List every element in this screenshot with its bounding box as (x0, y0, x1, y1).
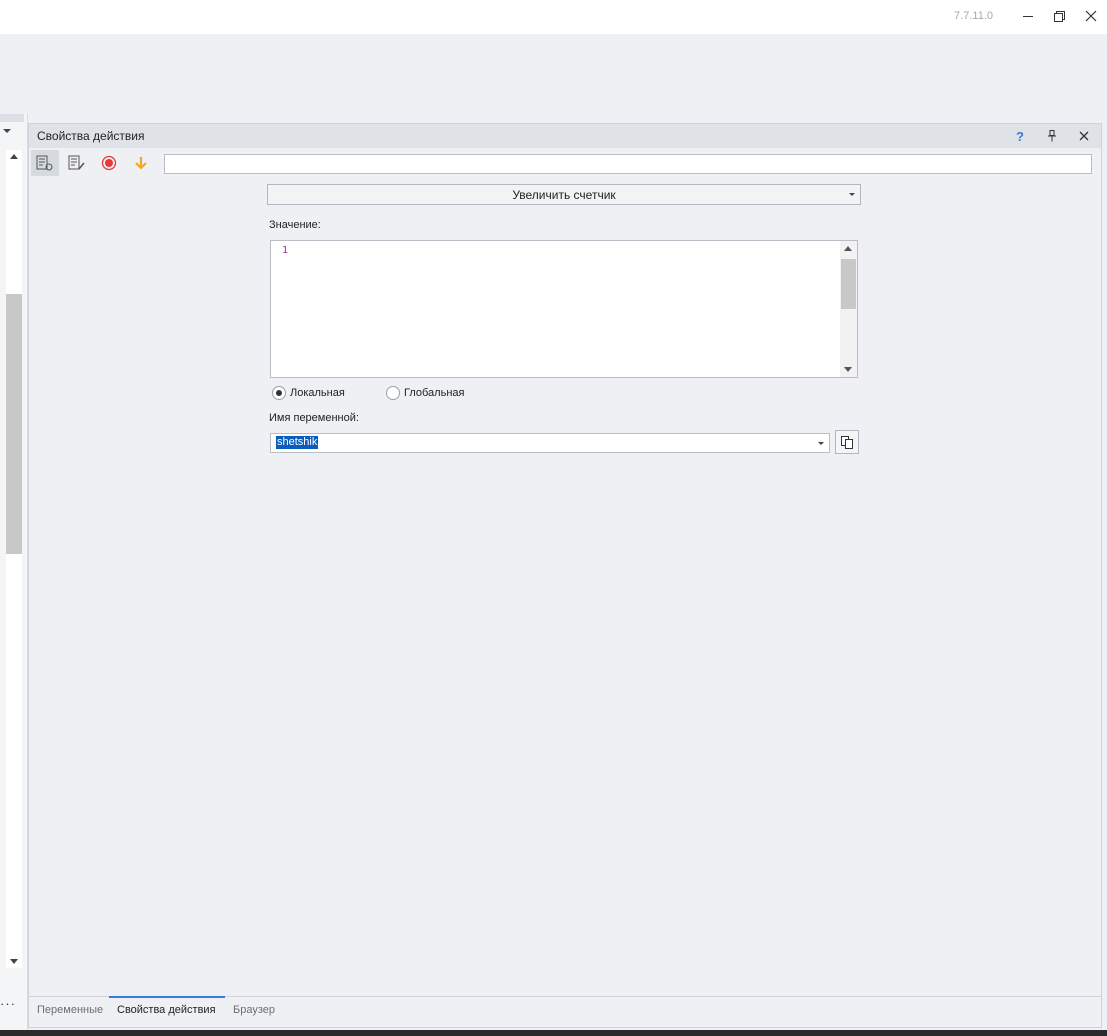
value-editor[interactable]: 1 (270, 240, 858, 378)
panel-header: Свойства действия ? (29, 124, 1101, 148)
down-arrow-icon (135, 157, 147, 170)
variable-name-value: shetshik (276, 436, 319, 449)
tab-action-properties[interactable]: Свойства действия (117, 1004, 216, 1016)
action-settings-icon (36, 155, 53, 171)
taskbar-strip (0, 1030, 1107, 1036)
pin-icon (1048, 130, 1056, 142)
minimize-icon (1023, 15, 1033, 17)
toolbar-search-input[interactable] (164, 154, 1092, 174)
action-edit-icon (68, 155, 85, 170)
left-panel-header (0, 114, 24, 122)
radio-selected-dot (276, 390, 282, 396)
action-settings-button[interactable] (31, 150, 59, 176)
left-scroll-thumb[interactable] (6, 294, 22, 554)
record-icon (101, 155, 117, 171)
value-scroll-thumb[interactable] (841, 259, 856, 309)
value-editor-scrollbar[interactable] (840, 241, 857, 377)
chevron-down-icon[interactable] (818, 442, 824, 445)
title-bar: 7.7.11.0 (0, 0, 1107, 34)
scroll-up-icon[interactable] (10, 154, 18, 159)
radio-local-label[interactable]: Локальная (290, 387, 345, 399)
tab-variables[interactable]: Переменные (37, 1004, 103, 1016)
close-panel-button[interactable] (1074, 127, 1094, 145)
scroll-up-icon[interactable] (844, 246, 852, 251)
more-icon[interactable]: ··· (0, 996, 16, 1011)
scroll-down-icon[interactable] (844, 367, 852, 372)
bottom-tab-bar: Переменные Свойства действия Браузер (29, 996, 1101, 1027)
tab-browser[interactable]: Браузер (233, 1004, 275, 1016)
help-button[interactable]: ? (1010, 127, 1030, 145)
radio-local[interactable] (272, 386, 286, 400)
action-properties-panel: Свойства действия ? Увеличить счетчик Зн… (28, 123, 1102, 1028)
minimize-button[interactable] (1017, 6, 1039, 26)
active-tab-indicator (109, 996, 225, 998)
help-icon: ? (1016, 128, 1024, 144)
close-icon (1079, 131, 1089, 141)
dropdown-arrow-icon[interactable] (3, 129, 11, 133)
close-window-button[interactable] (1080, 6, 1102, 26)
chevron-down-icon (849, 193, 855, 196)
pin-button[interactable] (1042, 127, 1062, 145)
ribbon-area (0, 34, 1107, 114)
variable-name-input[interactable]: shetshik (270, 433, 830, 453)
restore-button[interactable] (1048, 6, 1070, 26)
radio-global[interactable] (386, 386, 400, 400)
radio-global-label[interactable]: Глобальная (404, 387, 464, 399)
restore-icon (1053, 10, 1065, 22)
copy-variable-button[interactable] (835, 430, 859, 454)
scroll-down-icon[interactable] (10, 959, 18, 964)
close-icon (1085, 10, 1097, 22)
panel-title: Свойства действия (37, 129, 145, 143)
version-label: 7.7.11.0 (954, 10, 993, 22)
action-type-select[interactable]: Увеличить счетчик (267, 184, 861, 205)
left-panel: ··· (0, 114, 28, 1036)
copy-icon (841, 435, 853, 449)
action-type-value: Увеличить счетчик (512, 187, 616, 202)
panel-toolbar (29, 148, 1101, 178)
line-number: 1 (282, 245, 289, 256)
variable-name-label: Имя переменной: (269, 412, 359, 424)
value-label: Значение: (269, 219, 321, 231)
left-scrollbar[interactable] (6, 150, 22, 968)
move-down-button[interactable] (127, 150, 155, 176)
action-edit-button[interactable] (63, 150, 91, 176)
record-button[interactable] (95, 150, 123, 176)
